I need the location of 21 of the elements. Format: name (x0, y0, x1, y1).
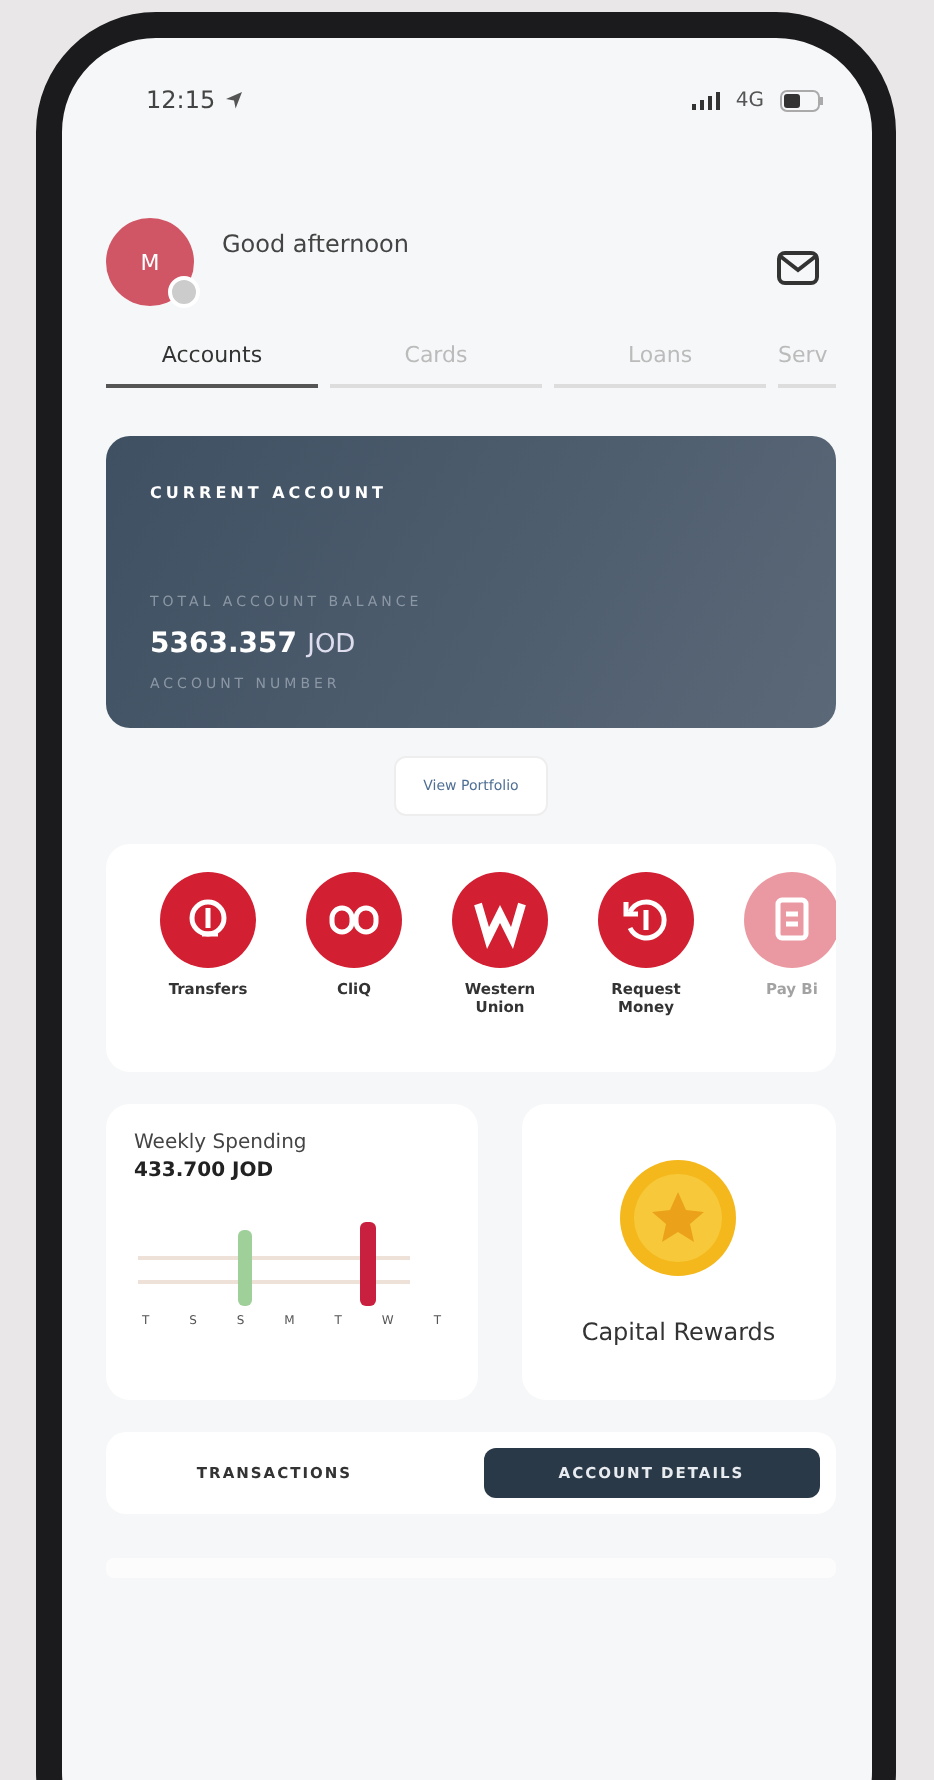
loop-icon[interactable] (306, 872, 402, 968)
battery-icon (780, 89, 824, 111)
balance-currency: JOD (307, 630, 356, 660)
currency-transfer-icon[interactable] (160, 872, 256, 968)
refresh-coin-icon[interactable] (598, 872, 694, 968)
status-time: 12:15 (146, 86, 216, 114)
rewards-card[interactable]: Capital Rewards (521, 1104, 836, 1400)
star-coin-icon (618, 1158, 739, 1278)
weekly-spending-title: Weekly Spending (134, 1132, 309, 1154)
card-title: CURRENT ACCOUNT (150, 484, 389, 502)
signal-icon (691, 91, 720, 109)
tab[interactable]: Accounts (106, 330, 318, 388)
greeting: Good afternoon (222, 230, 409, 258)
w-letter-icon[interactable] (452, 872, 548, 968)
avatar[interactable]: M (106, 218, 194, 306)
mail-icon[interactable] (776, 250, 820, 286)
network-label: 4G (735, 89, 764, 111)
weekly-spending-amount: 433.700 JOD (134, 1160, 276, 1182)
location-arrow-icon (223, 90, 244, 110)
rewards-label: Capital Rewards (581, 1318, 776, 1346)
balance-amount: 5363.357 (150, 628, 298, 660)
